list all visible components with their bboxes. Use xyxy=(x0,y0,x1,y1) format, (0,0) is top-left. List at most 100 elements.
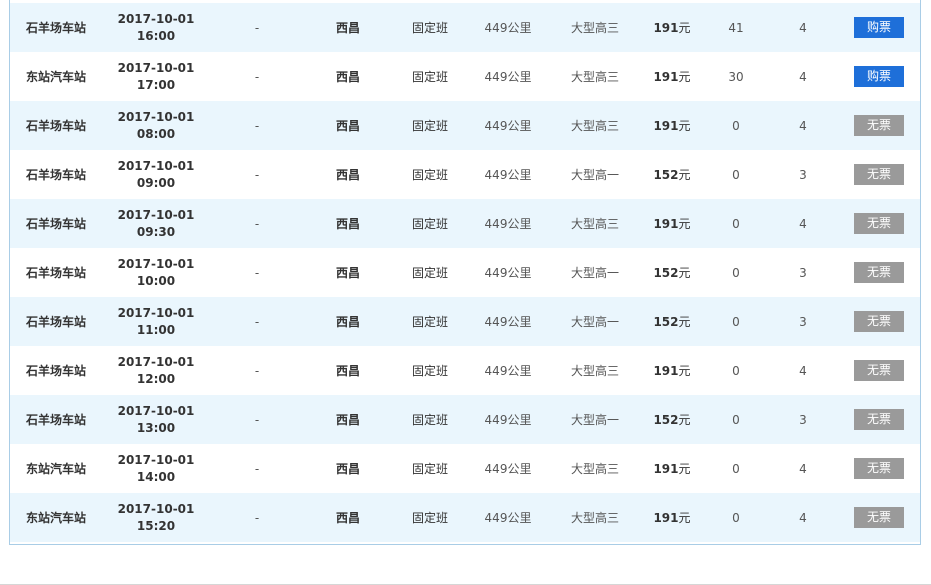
bus-type: 大型高一 xyxy=(570,413,619,427)
price-value: 152 xyxy=(653,412,679,427)
departure-datetime: 2017-10-01 15:20 xyxy=(111,493,201,542)
schedule-type: 固定班 xyxy=(411,511,448,525)
child-tickets: 3 xyxy=(799,167,807,182)
destination: 西昌 xyxy=(335,511,360,525)
departure-time: 11:00 xyxy=(136,322,176,337)
price-unit: 元 xyxy=(678,217,691,231)
table-row: 东站汽车站 2017-10-01 15:20 - 西昌 固定班 449公里 大型高… xyxy=(10,493,920,542)
price-value: 191 xyxy=(653,118,679,133)
action-cell: 无票 xyxy=(849,248,909,297)
departure-datetime: 2017-10-01 11:00 xyxy=(111,297,201,346)
via-stop: - xyxy=(254,118,260,133)
child-tickets: 4 xyxy=(799,461,807,476)
sold-out-button[interactable]: 无票 xyxy=(854,262,904,283)
destination: 西昌 xyxy=(335,119,360,133)
action-cell: 无票 xyxy=(849,346,909,395)
destination: 西昌 xyxy=(335,266,360,280)
action-cell: 购票 xyxy=(849,3,909,52)
bus-type: 大型高一 xyxy=(570,266,619,280)
price-unit: 元 xyxy=(678,119,691,133)
price-value: 152 xyxy=(653,265,679,280)
price-value: 152 xyxy=(653,314,679,329)
via-stop: - xyxy=(254,412,260,427)
distance: 449公里 xyxy=(484,70,532,84)
sold-out-button[interactable]: 无票 xyxy=(854,507,904,528)
buy-ticket-button[interactable]: 购票 xyxy=(854,66,904,87)
sold-out-button[interactable]: 无票 xyxy=(854,360,904,381)
departure-time: 16:00 xyxy=(136,28,176,43)
child-tickets: 3 xyxy=(799,265,807,280)
departure-datetime: 2017-10-01 09:30 xyxy=(111,199,201,248)
destination: 西昌 xyxy=(335,168,360,182)
distance: 449公里 xyxy=(484,413,532,427)
departure-station: 石羊场车站 xyxy=(25,168,86,182)
schedule-table: 石羊场车站 2017-10-01 16:00 - 西昌 固定班 449公里 大型高… xyxy=(9,0,921,545)
via-stop: - xyxy=(254,20,260,35)
bus-type: 大型高三 xyxy=(570,511,619,525)
schedule-type: 固定班 xyxy=(411,168,448,182)
bus-type: 大型高三 xyxy=(570,21,619,35)
sold-out-button[interactable]: 无票 xyxy=(854,164,904,185)
remaining-seats: 0 xyxy=(732,510,740,525)
ticket-results-page: 石羊场车站 2017-10-01 16:00 - 西昌 固定班 449公里 大型高… xyxy=(0,0,931,585)
via-stop: - xyxy=(254,363,260,378)
remaining-seats: 0 xyxy=(732,314,740,329)
table-row: 东站汽车站 2017-10-01 14:00 - 西昌 固定班 449公里 大型高… xyxy=(10,444,920,493)
price-value: 191 xyxy=(653,20,679,35)
table-row: 东站汽车站 2017-10-01 17:00 - 西昌 固定班 449公里 大型高… xyxy=(10,52,920,101)
price-unit: 元 xyxy=(678,70,691,84)
ticket-price: 152 元 xyxy=(642,395,702,444)
price-unit: 元 xyxy=(678,413,691,427)
departure-date: 2017-10-01 xyxy=(117,109,195,124)
departure-datetime: 2017-10-01 08:00 xyxy=(111,101,201,150)
price-unit: 元 xyxy=(678,266,691,280)
ticket-price: 191 元 xyxy=(642,101,702,150)
schedule-type: 固定班 xyxy=(411,413,448,427)
ticket-price: 152 元 xyxy=(642,150,702,199)
departure-time: 09:30 xyxy=(136,224,176,239)
sold-out-button[interactable]: 无票 xyxy=(854,115,904,136)
distance: 449公里 xyxy=(484,364,532,378)
departure-station: 石羊场车站 xyxy=(25,119,86,133)
ticket-price: 191 元 xyxy=(642,493,702,542)
bus-type: 大型高三 xyxy=(570,119,619,133)
sold-out-button[interactable]: 无票 xyxy=(854,213,904,234)
via-stop: - xyxy=(254,265,260,280)
sold-out-button[interactable]: 无票 xyxy=(854,409,904,430)
bus-type: 大型高一 xyxy=(570,315,619,329)
departure-date: 2017-10-01 xyxy=(117,452,195,467)
sold-out-button[interactable]: 无票 xyxy=(854,458,904,479)
sold-out-button[interactable]: 无票 xyxy=(854,311,904,332)
remaining-seats: 0 xyxy=(732,265,740,280)
price-unit: 元 xyxy=(678,168,691,182)
departure-date: 2017-10-01 xyxy=(117,501,195,516)
departure-time: 10:00 xyxy=(136,273,176,288)
schedule-type: 固定班 xyxy=(411,217,448,231)
remaining-seats: 0 xyxy=(732,412,740,427)
remaining-seats: 41 xyxy=(728,20,744,35)
action-cell: 无票 xyxy=(849,493,909,542)
buy-ticket-button[interactable]: 购票 xyxy=(854,17,904,38)
departure-station: 东站汽车站 xyxy=(25,462,86,476)
price-unit: 元 xyxy=(678,462,691,476)
schedule-type: 固定班 xyxy=(411,462,448,476)
via-stop: - xyxy=(254,314,260,329)
departure-station: 石羊场车站 xyxy=(25,364,86,378)
departure-time: 09:00 xyxy=(136,175,176,190)
table-row: 石羊场车站 2017-10-01 09:30 - 西昌 固定班 449公里 大型高… xyxy=(10,199,920,248)
departure-time: 12:00 xyxy=(136,371,176,386)
child-tickets: 4 xyxy=(799,363,807,378)
remaining-seats: 0 xyxy=(732,216,740,231)
table-row: 石羊场车站 2017-10-01 11:00 - 西昌 固定班 449公里 大型高… xyxy=(10,297,920,346)
price-value: 152 xyxy=(653,167,679,182)
price-unit: 元 xyxy=(678,315,691,329)
schedule-type: 固定班 xyxy=(411,315,448,329)
departure-station: 石羊场车站 xyxy=(25,413,86,427)
ticket-price: 191 元 xyxy=(642,199,702,248)
ticket-price: 191 元 xyxy=(642,3,702,52)
action-cell: 无票 xyxy=(849,199,909,248)
departure-time: 14:00 xyxy=(136,469,176,484)
action-cell: 购票 xyxy=(849,52,909,101)
bus-type: 大型高一 xyxy=(570,168,619,182)
departure-station: 石羊场车站 xyxy=(25,21,86,35)
